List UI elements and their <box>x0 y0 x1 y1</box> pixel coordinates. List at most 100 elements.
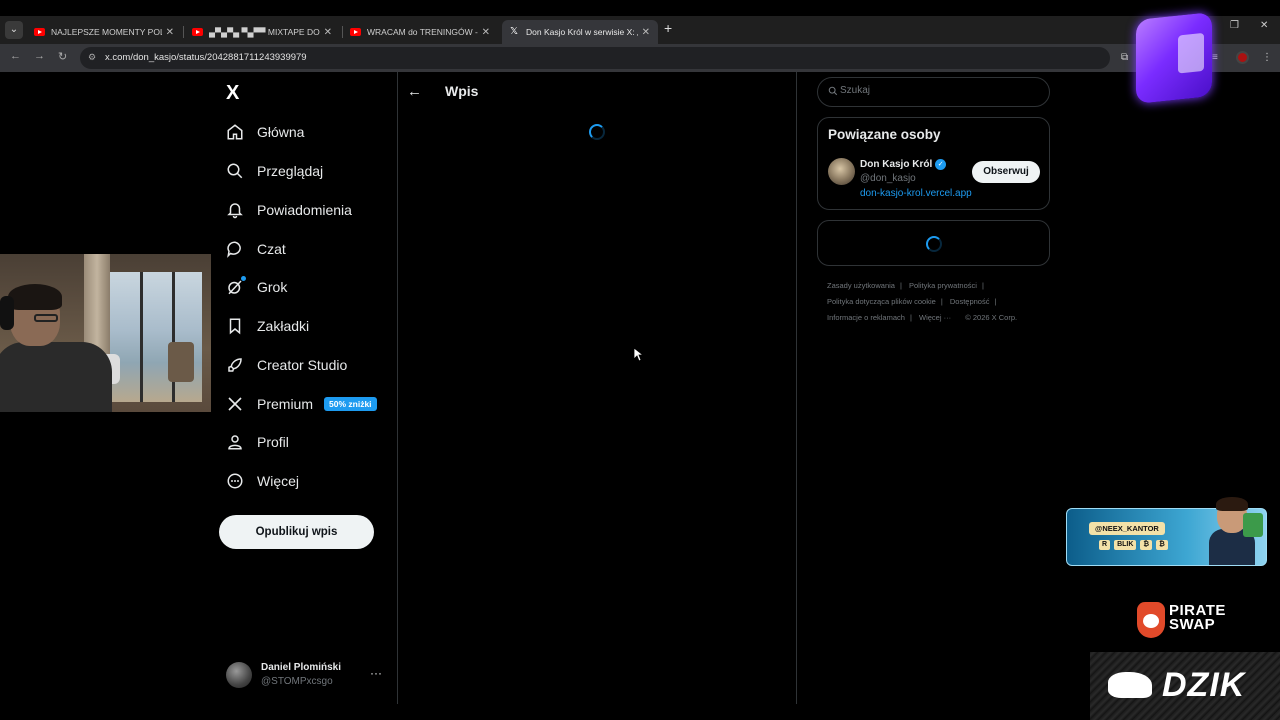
search-box[interactable] <box>817 77 1050 107</box>
instagram-handle: @NEEX_KANTOR <box>1089 522 1165 535</box>
nav-label: Czat <box>257 241 286 257</box>
footer-link-accessibility[interactable]: Dostępność <box>950 297 990 306</box>
maximize-icon[interactable]: ❐ <box>1230 20 1239 31</box>
related-person-name-row[interactable]: Don Kasjo Król ✓ <box>860 159 947 170</box>
site-info-icon[interactable]: ⚙ <box>88 52 96 63</box>
nav-creator-studio[interactable]: Creator Studio <box>224 353 347 377</box>
chat-icon <box>224 238 246 260</box>
webcam-overlay <box>0 254 211 412</box>
back-icon[interactable]: ← <box>10 50 21 62</box>
new-tab-button[interactable]: + <box>664 20 672 36</box>
nav-label: Premium <box>257 396 314 412</box>
post-button[interactable]: Opublikuj wpis <box>219 515 374 549</box>
tab-close-icon[interactable]: ✕ <box>324 27 332 38</box>
nav-home[interactable]: Główna <box>224 120 304 144</box>
x-logo[interactable]: X <box>226 82 239 105</box>
grok-icon <box>224 276 246 298</box>
tab-strip: ⌄ NAJLEPSZE MOMENTY POLSKIE ✕ ▄▀▄▀▄ ▀▄▀▀… <box>0 16 1280 44</box>
forward-icon[interactable]: → <box>34 50 45 62</box>
footer-links: Zasady użytkowania | Polityka prywatności… <box>827 281 1018 322</box>
tab-close-icon[interactable]: ✕ <box>482 27 490 38</box>
related-person-link[interactable]: don-kasjo-krol.vercel.app <box>860 188 972 199</box>
top-black-bar <box>0 0 1280 16</box>
nav-more[interactable]: Więcej <box>224 469 299 493</box>
tab-close-icon[interactable]: ✕ <box>642 27 650 38</box>
loading-spinner <box>926 236 942 252</box>
loading-spinner <box>589 124 605 140</box>
logo-text: DZIK <box>1162 666 1246 704</box>
tab-search-button[interactable]: ⌄ <box>5 21 23 39</box>
browser-tab-active[interactable]: 𝕏 Don Kasjo Król w serwisie X: „to ✕ <box>502 20 658 44</box>
payment-icons: R BLIK ₿ ₿ <box>1099 540 1168 550</box>
search-icon <box>224 160 246 182</box>
search-input[interactable] <box>840 85 1040 96</box>
avatar <box>226 662 252 688</box>
dzik-logo: DZIK <box>1090 652 1280 720</box>
related-person-name[interactable]: Don Kasjo Król <box>860 159 932 170</box>
footer-link-ads[interactable]: Informacje o reklamach <box>827 313 905 322</box>
youtube-icon <box>192 28 203 36</box>
person-icon <box>224 431 246 453</box>
tab-title: NAJLEPSZE MOMENTY POLSKIE <box>51 27 162 37</box>
nav-profile[interactable]: Profil <box>224 430 289 454</box>
page-title: Wpis <box>445 83 479 99</box>
address-bar: ← → ↻ ⚙ x.com/don_kasjo/status/204288171… <box>0 44 1280 72</box>
avatar[interactable] <box>828 158 855 185</box>
nav-chat[interactable]: Czat <box>224 237 286 261</box>
search-icon <box>828 86 838 99</box>
url-field[interactable]: ⚙ x.com/don_kasjo/status/204288171124393… <box>80 47 1110 69</box>
notification-dot <box>241 276 246 281</box>
nav-notifications[interactable]: Powiadomienia <box>224 198 352 222</box>
profile-avatar[interactable] <box>1236 51 1249 64</box>
browser-tab-1[interactable]: NAJLEPSZE MOMENTY POLSKIE ✕ <box>26 20 182 44</box>
nav-premium[interactable]: Premium 50% zniżki <box>224 392 377 416</box>
nav-bookmarks[interactable]: Zakładki <box>224 314 309 338</box>
nav-label: Powiadomienia <box>257 202 352 218</box>
account-name: Daniel Plomiński <box>261 662 342 673</box>
browser-menu-icon[interactable]: ⋮ <box>1262 52 1272 63</box>
nav-label: Główna <box>257 124 305 140</box>
reading-list-icon[interactable]: ≡ <box>1212 52 1218 63</box>
back-arrow-icon[interactable]: ← <box>407 83 422 100</box>
youtube-icon <box>34 28 45 36</box>
close-window-icon[interactable]: ✕ <box>1260 20 1268 31</box>
more-icon[interactable]: ··· <box>370 666 382 680</box>
logo-line-2: SWAP <box>1169 616 1216 633</box>
nav-label: Więcej <box>257 473 300 489</box>
url-text[interactable]: x.com/don_kasjo/status/20428817112439399… <box>105 52 307 63</box>
tab-close-icon[interactable]: ✕ <box>166 27 174 38</box>
footer-link-more[interactable]: Więcej ··· <box>919 313 951 322</box>
sponsor-mascot <box>1207 497 1263 565</box>
nav-label: Creator Studio <box>257 357 348 373</box>
bookmark-icon <box>224 315 246 337</box>
tab-title: Don Kasjo Król w serwisie X: „to <box>526 27 638 37</box>
browser-tab-2[interactable]: ▄▀▄▀▄ ▀▄▀▀ MIXTAPE DO 🦣 ✕ <box>184 20 340 44</box>
tab-title: ▄▀▄▀▄ ▀▄▀▀ MIXTAPE DO 🦣 <box>209 26 320 37</box>
more-circle-icon <box>224 470 246 492</box>
reload-icon[interactable]: ↻ <box>58 50 67 63</box>
youtube-icon <box>350 28 361 36</box>
nav-explore[interactable]: Przeglądaj <box>224 159 323 183</box>
window-image <box>110 272 202 402</box>
x-icon <box>224 393 246 415</box>
column-divider <box>796 72 797 704</box>
streamer-logo-overlay <box>1136 12 1212 104</box>
x-icon: 𝕏 <box>510 26 519 37</box>
account-switcher[interactable]: Daniel Plomiński @STOMPxcsgo ··· <box>226 660 386 690</box>
footer-link-cookies[interactable]: Polityka dotycząca plików cookie <box>827 297 936 306</box>
bell-icon <box>224 199 246 221</box>
related-people-card: Powiązane osoby Don Kasjo Król ✓ @don_ka… <box>817 117 1050 210</box>
nav-label: Profil <box>257 434 289 450</box>
install-app-icon[interactable]: ⧉ <box>1121 52 1128 63</box>
follow-button[interactable]: Obserwuj <box>972 161 1040 183</box>
related-person-handle: @don_kasjo <box>860 173 916 184</box>
browser-tab-3[interactable]: WRACAM do TRENINGÓW - Yo ✕ <box>342 20 498 44</box>
footer-link-privacy[interactable]: Polityka prywatności <box>909 281 977 290</box>
boar-icon <box>1108 672 1152 698</box>
rocket-icon <box>224 354 246 376</box>
nav-grok[interactable]: Grok <box>224 275 287 299</box>
footer-link-terms[interactable]: Zasady użytkowania <box>827 281 895 290</box>
card-title: Powiązane osoby <box>828 127 941 142</box>
nav-label: Przeglądaj <box>257 163 324 179</box>
tab-title: WRACAM do TRENINGÓW - Yo <box>367 27 478 37</box>
